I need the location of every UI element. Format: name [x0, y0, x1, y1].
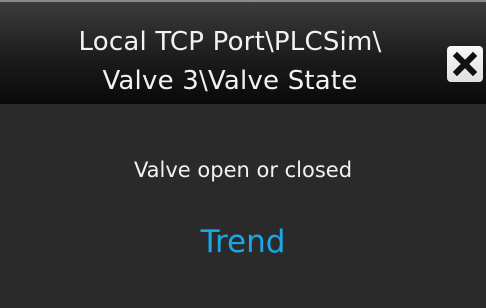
popup-title-line-1: Local TCP Port\PLCSim\ — [78, 27, 382, 57]
tag-description: Valve open or closed — [133, 158, 353, 182]
popup-title: Local TCP Port\PLCSim\ Valve 3\Valve Sta… — [20, 23, 440, 101]
trend-link[interactable]: Trend — [0, 222, 486, 262]
close-icon — [452, 51, 478, 77]
popup-title-line-2: Valve 3\Valve State — [102, 66, 358, 96]
close-button[interactable] — [447, 46, 483, 82]
tag-info-popup: Local TCP Port\PLCSim\ Valve 3\Valve Sta… — [0, 0, 486, 308]
popup-title-bar: Local TCP Port\PLCSim\ Valve 3\Valve Sta… — [0, 0, 486, 104]
popup-body: Valve open or closed Trend — [0, 104, 486, 308]
